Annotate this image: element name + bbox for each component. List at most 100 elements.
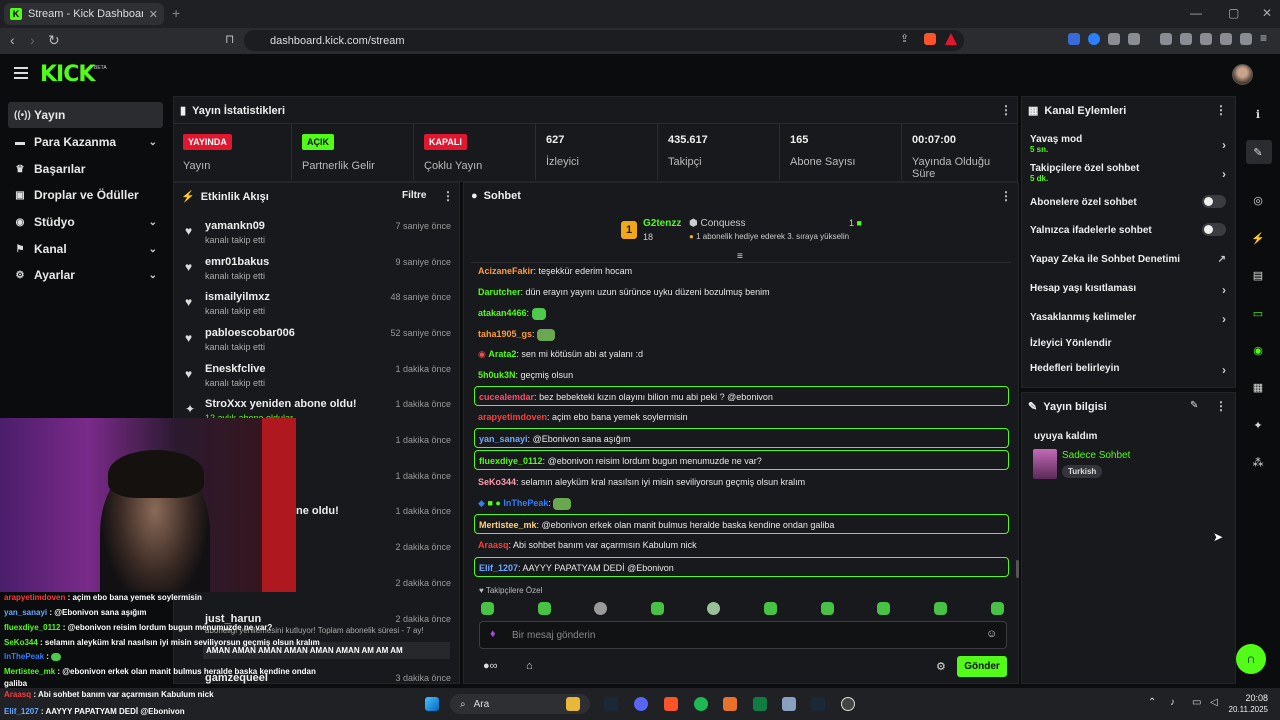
info-icon[interactable]: ℹ (1250, 108, 1266, 121)
more-options-icon[interactable]: ⋮ (1000, 103, 1012, 117)
microphone-icon[interactable]: ♦ (490, 628, 496, 640)
app-icon[interactable] (753, 697, 767, 711)
reload-icon[interactable]: ↻ (48, 32, 60, 49)
extension-icon[interactable] (1088, 33, 1100, 45)
microphone-icon[interactable]: ♪ (1170, 697, 1175, 708)
sidebar-item-kanal[interactable]: ⚑ Kanal ⌄ (8, 236, 163, 262)
chat-username[interactable]: Mertistee_mk (479, 520, 537, 530)
media-icon[interactable] (1160, 33, 1172, 45)
emote-icon[interactable] (934, 602, 947, 615)
maximize-icon[interactable]: ▢ (1228, 6, 1239, 20)
back-icon[interactable]: ‹ (10, 32, 15, 48)
store-icon[interactable]: ⌂ (526, 660, 533, 672)
hamburger-menu-icon[interactable] (14, 67, 28, 79)
file-explorer-icon[interactable] (566, 697, 580, 711)
app-icon[interactable] (723, 697, 737, 711)
extension-icon[interactable] (1068, 33, 1080, 45)
goals-item[interactable]: Hedefleri belirleyin › (1030, 363, 1226, 377)
minimize-icon[interactable]: — (1190, 6, 1202, 20)
send-button[interactable]: Gönder (957, 656, 1007, 677)
more-options-icon[interactable]: ⋮ (1215, 103, 1227, 117)
chat-username[interactable]: atakan4466 (478, 308, 527, 318)
chat-scrollbar[interactable] (1016, 560, 1019, 578)
sidebar-toggle-icon[interactable] (1180, 33, 1192, 45)
kick-logo[interactable]: KICK (40, 62, 95, 87)
browser-tab[interactable]: K Stream - Kick Dashboard ✕ (4, 3, 164, 25)
clock-date[interactable]: 20.11.2025 (1222, 705, 1268, 714)
edit-icon[interactable]: ✎ (1190, 400, 1198, 411)
spotify-icon[interactable] (694, 697, 708, 711)
emote-only-toggle[interactable] (1202, 223, 1226, 236)
sidebar-item-para-kazanma[interactable]: ▬ Para Kazanma ⌄ (8, 129, 163, 155)
new-tab-button[interactable]: + (172, 5, 180, 21)
layout-icon[interactable]: ▦ (1250, 381, 1266, 394)
windows-start-icon[interactable] (425, 697, 439, 711)
vpn-icon[interactable] (1240, 33, 1252, 45)
brave-shield-icon[interactable] (924, 33, 936, 45)
edit-icon[interactable]: ✎ (1250, 146, 1266, 159)
ai-moderation-item[interactable]: Yapay Zeka ile Sohbet Denetimi ↗ (1030, 254, 1226, 265)
share-nodes-icon[interactable]: ⁂ (1250, 456, 1266, 469)
emoji-icon[interactable]: ☺ (986, 628, 997, 640)
chat-username[interactable]: fluexdiye_0112 (479, 456, 543, 466)
brave-icon[interactable] (664, 697, 678, 711)
steam-icon[interactable] (604, 697, 618, 711)
raid-item[interactable]: İzleyici Yönlendir (1030, 338, 1226, 349)
emote-icon[interactable] (821, 602, 834, 615)
clock-time[interactable]: 20:08 (1236, 693, 1268, 703)
close-window-icon[interactable]: ✕ (1262, 6, 1272, 20)
emote-icon[interactable] (651, 602, 664, 615)
chat-username[interactable]: cuceaIemdar (479, 392, 534, 402)
obs-icon[interactable] (841, 697, 855, 711)
discord-icon[interactable] (634, 697, 648, 711)
slow-mode-item[interactable]: Yavaş mod 5 sn. › (1030, 134, 1226, 154)
chat-username[interactable]: Darutcher (478, 287, 521, 297)
extension-icon[interactable] (1108, 33, 1120, 45)
sidebar-item-studyo[interactable]: ◉ Stüdyo ⌄ (8, 209, 163, 235)
emote-icon[interactable] (764, 602, 777, 615)
share-icon[interactable]: ⇪ (900, 32, 912, 45)
chat-username[interactable]: 5h0uk3N (478, 370, 516, 380)
sidebar-item-ayarlar[interactable]: ⚙ Ayarlar ⌄ (8, 262, 163, 288)
menu-icon[interactable]: ≡ (1260, 31, 1272, 45)
forward-icon[interactable]: › (30, 32, 35, 48)
close-tab-icon[interactable]: ✕ (149, 8, 158, 21)
leo-icon[interactable] (1220, 33, 1232, 45)
support-headset-icon[interactable]: ∩ (1236, 644, 1266, 674)
banned-words-item[interactable]: Yasaklanmış kelimeler › (1030, 312, 1226, 326)
emote-icon[interactable] (707, 602, 720, 615)
followers-only-item[interactable]: Takipçilere özel sohbet 5 dk. › (1030, 163, 1226, 183)
filter-button[interactable]: Filtre (402, 190, 426, 201)
chat-bubble-icon[interactable]: ▭ (1250, 307, 1266, 320)
volume-icon[interactable]: ◁ (1210, 697, 1218, 708)
chat-username[interactable]: yan_sanayi (479, 434, 528, 444)
chat-settings-icon[interactable]: ⚙ (936, 660, 946, 673)
top-gifter-name[interactable]: G2tenzz (643, 218, 681, 229)
chat-username[interactable]: Arata2 (488, 349, 516, 359)
steam-icon[interactable] (811, 697, 825, 711)
url-bar[interactable]: dashboard.kick.com/stream (244, 30, 964, 51)
chat-username[interactable]: arapyetimdoven (478, 412, 547, 422)
tray-chevron-icon[interactable]: ⌃ (1148, 697, 1156, 708)
chat-username[interactable]: AcizaneFakir (478, 266, 534, 276)
app-icon[interactable] (782, 697, 796, 711)
more-options-icon[interactable]: ⋮ (1215, 399, 1227, 413)
broadcast-icon[interactable]: ◉ (1250, 344, 1266, 357)
chat-username[interactable]: Elif_1207 (479, 563, 518, 573)
sidebar-item-droplar[interactable]: ▣ Droplar ve Ödüller (8, 182, 163, 208)
sidebar-item-yayin[interactable]: ((•)) Yayın (8, 102, 163, 128)
category-link[interactable]: Sadece Sohbet (1062, 450, 1130, 461)
category-thumbnail[interactable] (1033, 449, 1057, 479)
more-options-icon[interactable]: ⋮ (442, 189, 454, 203)
extension-icon[interactable] (1128, 33, 1140, 45)
avatar[interactable] (1232, 64, 1253, 85)
network-icon[interactable]: ▭ (1192, 697, 1201, 708)
more-options-icon[interactable]: ⋮ (1000, 189, 1012, 203)
chat-username[interactable]: SeKo344 (478, 477, 516, 487)
bookmark-icon[interactable]: ⊓ (225, 32, 234, 46)
chat-username[interactable]: InThePeak (503, 498, 548, 508)
lightning-icon[interactable]: ⚡ (1250, 232, 1266, 245)
wrench-icon[interactable]: ✦ (1250, 419, 1266, 432)
emote-icon[interactable] (877, 602, 890, 615)
emote-icon[interactable] (594, 602, 607, 615)
